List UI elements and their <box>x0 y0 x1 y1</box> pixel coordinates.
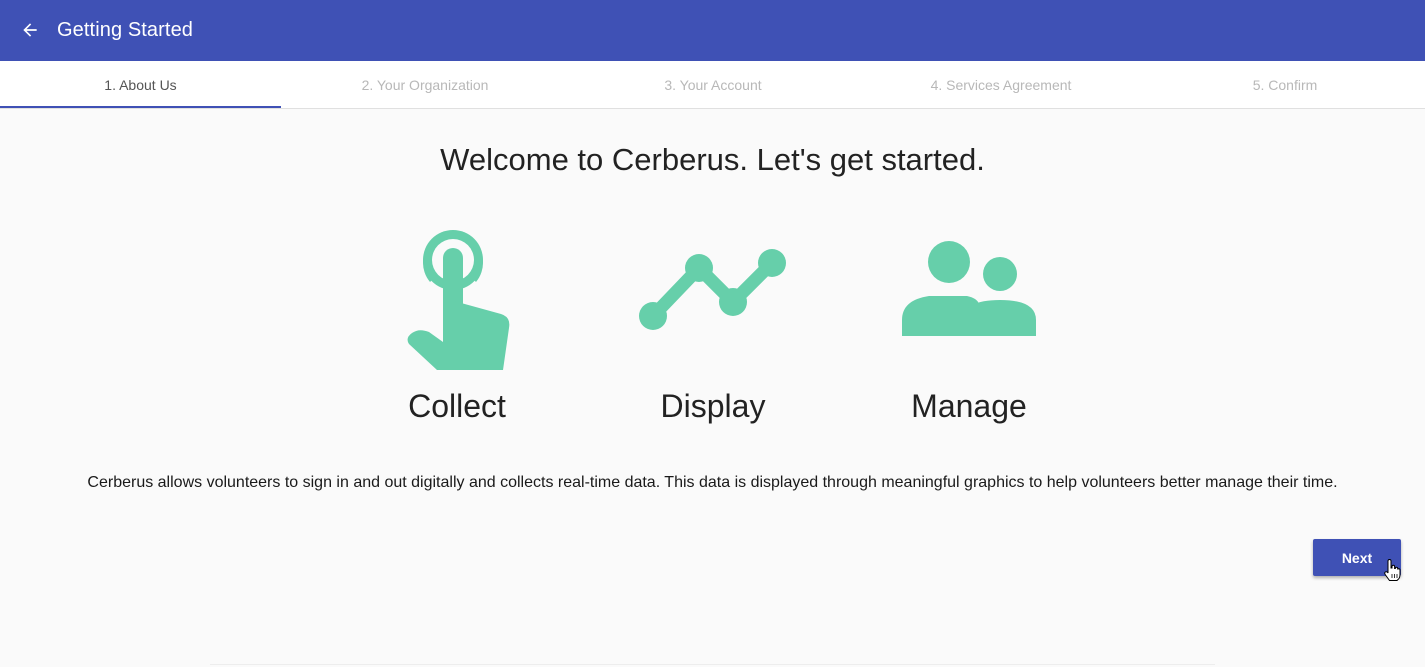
next-button[interactable]: Next <box>1313 539 1401 576</box>
feature-manage: Manage <box>869 220 1069 424</box>
feature-label-manage: Manage <box>911 388 1027 424</box>
people-icon <box>902 241 1036 336</box>
active-tab-indicator <box>0 106 281 108</box>
tab-your-account[interactable]: 3. Your Account <box>569 61 857 108</box>
arrow-back-icon <box>23 23 37 37</box>
page-title: Getting Started <box>57 19 194 41</box>
timeline-icon <box>639 249 786 330</box>
back-button[interactable] <box>14 14 46 46</box>
divider <box>210 664 1215 665</box>
feature-display: Display <box>613 220 813 424</box>
feature-label-collect: Collect <box>408 388 506 424</box>
feature-collect: Collect <box>357 220 557 424</box>
feature-label-display: Display <box>660 388 766 424</box>
tab-confirm[interactable]: 5. Confirm <box>1145 61 1425 108</box>
touch-app-icon <box>407 230 510 370</box>
tab-about-us[interactable]: 1. About Us <box>0 61 281 108</box>
welcome-heading: Welcome to Cerberus. Let's get started. <box>440 142 985 177</box>
tab-your-organization[interactable]: 2. Your Organization <box>281 61 569 108</box>
description-text: Cerberus allows volunteers to sign in an… <box>87 474 1338 491</box>
app-bar: Getting Started <box>0 0 1425 61</box>
tab-services-agreement[interactable]: 4. Services Agreement <box>857 61 1145 108</box>
stepper-tabs: 1. About Us 2. Your Organization 3. Your… <box>0 61 1425 109</box>
